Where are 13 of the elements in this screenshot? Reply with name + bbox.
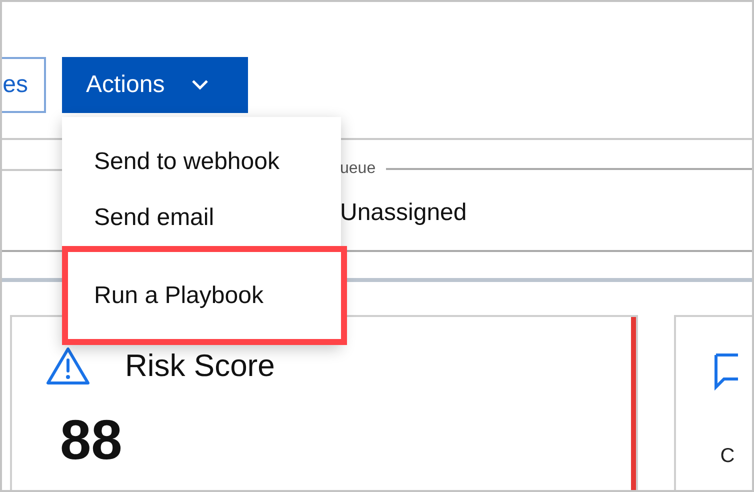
chevron-down-icon (190, 79, 209, 91)
menu-item[interactable]: Send to webhook (62, 134, 341, 190)
card-title: Risk Score (125, 347, 275, 385)
queue-value: Unassigned (340, 198, 468, 228)
card-text: C (720, 444, 736, 469)
field-label: ueue (340, 159, 376, 179)
actions-button[interactable]: Actions (62, 57, 248, 113)
chat-icon (714, 351, 738, 391)
warning-icon (45, 346, 91, 386)
menu-item[interactable]: Send email (62, 190, 341, 246)
menu-item[interactable]: Run a Playbook (62, 246, 347, 345)
risk-score-value: 88 (59, 412, 124, 468)
filter-button[interactable]: es (2, 57, 46, 113)
